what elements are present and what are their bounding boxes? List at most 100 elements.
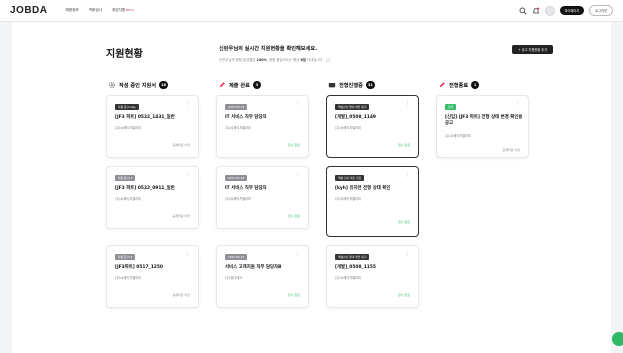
column-header-submitted: 제출 완료 3 [218,81,261,89]
more-options-icon[interactable]: ⋮ [405,102,410,107]
avatar[interactable] [544,5,555,16]
column-count: 31 [365,81,375,89]
main-content: 지원현황 신란우님의 실시간 지원현황을 확인해보세요. 신란우님의 종합 달성… [12,22,611,353]
column-count: 1 [471,81,480,89]
status-headline: 신란우님의 실시간 지원현황을 확인해보세요. [219,46,318,52]
card-company: (주)씨에이치엘리미 [115,126,141,130]
column-header-in-progress: 전형진행중 31 [328,81,375,89]
card-title: [kyh] 유지연 전형 상태 확인 [335,186,391,191]
card-title: [JF3 파트] 0522_0911_일반 [115,186,175,191]
card-tag: 역량검사 결과 확인 대기 [335,254,370,260]
card-company: (주)씨에이치엘리미 [335,276,361,280]
chat-button[interactable] [612,332,623,346]
card-tag: 작성 중 D-3 [115,175,136,181]
card-company: (주)씨에이치엘리미 [115,197,141,201]
card-title: IT 서비스 직무 담당자 [225,186,267,191]
card-status: 공채마감 이전 [502,148,520,152]
card-title: 서비스 고객지원 직무 담당자B [225,265,282,270]
application-card[interactable]: 역량 검사 제출 필요 ⋮ [kyh] 유지연 전형 상태 확인 (주)씨에이치… [326,166,419,237]
application-card[interactable]: 2023-05-16 ⋮ 서비스 고객지원 직무 담당자B (주)잡다테크 접수… [216,245,309,308]
more-options-icon[interactable]: ⋮ [185,102,190,107]
application-card[interactable]: 작성 중 D-day ⋮ [JF3 파트] 0522_1431_일반 (주)씨에… [106,95,199,158]
pencil-icon [219,82,225,88]
more-options-icon[interactable]: ⋮ [295,252,300,257]
card-status: 공채마감 이전 [172,143,190,147]
card-title: IT 서비스 직무 담당자 [225,115,267,120]
card-tag: 작성 중 D-day [115,104,139,110]
card-status: 접수 완료 [398,143,410,147]
card-company: (주)씨에이치엘리미 [225,126,251,130]
card-status: 접수 완료 [288,143,300,147]
column-title: 제출 완료 [229,82,250,89]
summary-mid: , 종합 응답속도는 평균 [267,58,301,62]
more-options-icon[interactable]: ⋮ [295,102,300,107]
gear-icon [109,82,115,88]
logout-button[interactable]: 로그아웃 [589,5,613,16]
column-count: 18 [159,81,169,89]
card-status: 공채마감 이전 [172,293,190,297]
card-title: [신입] [JF3 파트] 전형 상태 변경 확인용 공고 [445,115,523,126]
card-title: [JF3 파트] 0522_1431_일반 [115,115,175,120]
card-title: [JF3파트] 0517_1250 [115,265,163,270]
more-options-icon[interactable]: ⋮ [185,173,190,178]
summary-suffix: 이내입니다. [305,58,324,62]
card-title: [개발]_0508_1149 [335,115,376,120]
pencil-icon [439,82,445,88]
top-nav-bar: JOBDA 채용정보 역량검사 취업지원BETA 마이페이지 로그아웃 [0,0,623,22]
card-company: (주)씨에이치엘리미 [225,197,251,201]
bell-icon[interactable] [532,7,540,15]
more-options-icon[interactable]: ⋮ [405,173,410,178]
card-status: 공채마감 이전 [172,214,190,218]
mypage-button[interactable]: 마이페이지 [559,6,585,15]
application-card[interactable]: 합격 ⋮ [신입] [JF3 파트] 전형 상태 변경 확인용 공고 (주)씨에… [436,95,529,158]
more-options-icon[interactable]: ⋮ [185,252,190,257]
card-status: 접수 완료 [398,220,410,224]
card-company: (주)잡다테크 [225,276,243,280]
card-status: 접수 완료 [398,293,410,297]
card-title: [개발]_0508_1155 [335,265,376,270]
summary-prefix: 신란우님의 종합 달성률은 [219,58,257,62]
add-application-button[interactable]: + 공고 지원현황 추가 [512,45,554,54]
column-header-finished: 전형종료 1 [438,81,480,89]
column-title: 작성 중인 지원서 [119,82,157,89]
application-card[interactable]: 작성 중 D-5 ⋮ [JF3파트] 0517_1250 (주)씨에이치엘리미 … [106,245,199,308]
page-title: 지원현황 [106,49,143,60]
card-tag: 역량 검사 제출 필요 [335,175,365,181]
more-options-icon[interactable]: ⋮ [515,102,520,107]
card-company: (주)씨에이치엘리미 [115,276,141,280]
nav-item-test[interactable]: 역량검사 [89,8,102,13]
application-card[interactable]: 작성 중 D-3 ⋮ [JF3 파트] 0522_0911_일반 (주)씨에이치… [106,166,199,229]
column-title: 전형진행중 [339,82,363,89]
info-icon[interactable] [326,58,330,62]
application-card[interactable]: 역량검사 결과 확인 대기 ⋮ [개발]_0508_1155 (주)씨에이치엘리… [326,245,419,308]
card-tag: 2023-05-19 [225,104,248,110]
card-company: (주)씨에이치엘리미 [335,126,361,130]
card-status: 접수 완료 [288,214,300,218]
card-company: (주)씨에이치엘리미 [335,197,361,201]
summary-rate: 100% [256,58,268,62]
card-tag: 합격 [445,104,457,110]
nav-item-support[interactable]: 취업지원BETA [112,8,134,13]
application-card[interactable]: 2023-05-18 ⋮ IT 서비스 직무 담당자 (주)씨에이치엘리미 접수… [216,166,309,229]
application-card[interactable]: 2023-05-19 ⋮ IT 서비스 직무 담당자 (주)씨에이치엘리미 접수… [216,95,309,158]
search-icon[interactable] [519,7,527,15]
logo[interactable]: JOBDA [10,5,48,16]
card-tag: 작성 중 D-5 [115,254,136,260]
more-options-icon[interactable]: ⋮ [295,173,300,178]
column-header-writing: 작성 중인 지원서 18 [108,81,169,89]
folder-icon [328,83,336,88]
beta-badge: BETA [126,8,134,12]
card-company: (주)씨에이치엘리미 [445,134,471,138]
header-actions: 마이페이지 로그아웃 [519,5,613,16]
column-count: 3 [252,81,261,89]
card-tag: 2023-05-18 [225,175,248,181]
column-title: 전형종료 [449,82,469,89]
nav-item-support-label: 취업지원 [111,8,126,12]
application-card[interactable]: 역량검사 결과 확인 대기 ⋮ [개발]_0508_1149 (주)씨에이치엘리… [326,95,419,158]
card-tag: 역량검사 결과 확인 대기 [335,104,370,110]
more-options-icon[interactable]: ⋮ [405,252,410,257]
status-summary: 신란우님의 종합 달성률은 100%, 종합 응답속도는 평균 8일 이내입니다… [219,57,330,62]
nav-item-jobs[interactable]: 채용정보 [66,8,79,13]
main-nav: 채용정보 역량검사 취업지원BETA [66,8,134,13]
card-tag: 2023-05-16 [225,254,248,260]
